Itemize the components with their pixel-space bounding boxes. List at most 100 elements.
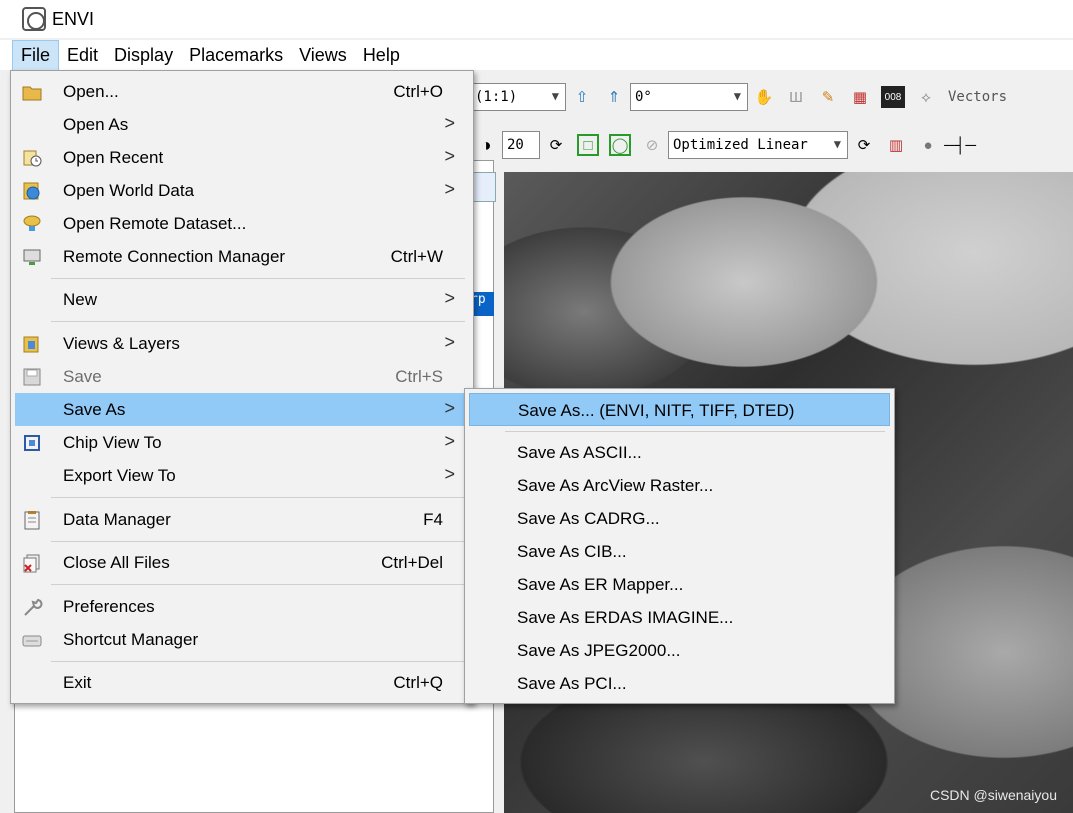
menu-item-open-as[interactable]: Open As > [15,108,469,141]
menu-item-save-as[interactable]: Save As > [15,393,469,426]
menu-item-open[interactable]: Open... Ctrl+O [15,75,469,108]
toolbar-row-1: (1:1) ▼ ⇧ ⇑ 0° ▼ ✋ Ш ✎ ▦ 008 ⟡ Vectors [470,78,1073,116]
menu-item-remote-connection-manager[interactable]: Remote Connection Manager Ctrl+W [15,240,469,273]
submenu-item-save-as-pci[interactable]: Save As PCI... [469,667,890,700]
menu-item-label: Remote Connection Manager [63,247,286,266]
menu-separator [51,584,465,585]
menu-item-label: Save [63,367,102,386]
submenu-arrow-icon: > [444,398,455,418]
vectors-icon[interactable]: ⟡ [915,86,937,108]
submenu-item-label: Save As ArcView Raster... [517,476,714,495]
zoom-combo[interactable]: (1:1) ▼ [470,83,566,111]
menu-display[interactable]: Display [106,41,181,70]
menu-item-label: Preferences [63,597,155,616]
annotation-pen-icon[interactable]: ✎ [817,86,839,108]
refresh-icon[interactable]: ⟳ [545,134,567,156]
menu-views[interactable]: Views [291,41,355,70]
menu-item-label: Save As [63,400,126,419]
wrench-icon [21,596,43,618]
menu-item-label: Open... [63,82,119,101]
submenu-item-save-as-erdas[interactable]: Save As ERDAS IMAGINE... [469,601,890,634]
menu-item-chip-view-to[interactable]: Chip View To > [15,426,469,459]
recent-files-icon [21,147,43,169]
menu-item-shortcut: Ctrl+Del [381,553,443,572]
menu-separator [51,661,465,662]
submenu-item-label: Save As CADRG... [517,509,660,528]
menu-item-label: Open World Data [63,181,195,200]
menu-item-preferences[interactable]: Preferences [15,590,469,623]
remote-dataset-icon [21,213,43,235]
submenu-item-label: Save As ERDAS IMAGINE... [517,608,734,627]
keyboard-icon [21,629,43,651]
rotate-up-icon[interactable]: ⇧ [571,86,593,108]
menu-item-shortcut: Ctrl+S [395,367,443,386]
submenu-arrow-icon: > [444,113,455,133]
menu-item-open-recent[interactable]: Open Recent > [15,141,469,174]
menu-item-save[interactable]: Save Ctrl+S [15,360,469,393]
chevron-down-icon: ▼ [733,89,741,103]
menu-item-label: Shortcut Manager [63,630,199,649]
menu-item-data-manager[interactable]: Data Manager F4 [15,503,469,536]
stretch-combo[interactable]: Optimized Linear ▼ [668,131,848,159]
menu-file[interactable]: File [12,39,60,71]
watermark: CSDN @siwenaiyou [929,787,1057,803]
menu-item-label: New [63,290,98,309]
menu-separator [51,497,465,498]
vectors-label[interactable]: Vectors [948,89,1007,105]
pixel-locator-icon[interactable]: 008 [881,86,905,108]
submenu-arrow-icon: > [444,146,455,166]
menu-bar: File Edit Display Placemarks Views Help [0,39,1073,71]
submenu-item-save-as-jpeg2000[interactable]: Save As JPEG2000... [469,634,890,667]
menu-item-shortcut: F4 [423,510,443,529]
menu-item-label: Open Remote Dataset... [63,214,247,233]
menu-separator [51,278,465,279]
rotate-flip-icon[interactable]: ⇑ [603,86,625,108]
chevron-down-icon: ▼ [833,137,841,151]
hand-pan-icon[interactable]: ✋ [753,86,775,108]
rotation-combo[interactable]: 0° ▼ [630,83,748,111]
data-manager-icon [21,509,43,531]
menu-item-shortcut-manager[interactable]: Shortcut Manager [15,623,469,656]
menu-item-export-view-to[interactable]: Export View To > [15,459,469,492]
menu-placemarks[interactable]: Placemarks [181,41,291,70]
fly-icon[interactable]: Ш [785,86,807,108]
histogram-icon[interactable]: ▥ [885,134,907,156]
submenu-item-label: Save As JPEG2000... [517,641,681,660]
brightness-icon[interactable]: ● [917,134,939,156]
menu-help[interactable]: Help [355,41,408,70]
submenu-item-save-as-ascii[interactable]: Save As ASCII... [469,436,890,469]
submenu-item-save-as-arcview[interactable]: Save As ArcView Raster... [469,469,890,502]
submenu-item-label: Save As ASCII... [517,443,642,462]
submenu-item-label: Save As ER Mapper... [517,575,684,594]
menu-item-new[interactable]: New > [15,283,469,316]
submenu-item-save-as-envi[interactable]: Save As... (ENVI, NITF, TIFF, DTED) [469,393,890,426]
menu-item-label: Data Manager [63,510,171,529]
menu-item-close-all-files[interactable]: Close All Files Ctrl+Del [15,546,469,579]
menu-item-label: Open Recent [63,148,164,167]
menu-item-views-layers[interactable]: Views & Layers > [15,327,469,360]
menu-item-label: Views & Layers [63,334,180,353]
envi-app-icon [22,7,46,31]
menu-item-open-remote-dataset[interactable]: Open Remote Dataset... [15,207,469,240]
submenu-item-save-as-er-mapper[interactable]: Save As ER Mapper... [469,568,890,601]
menu-item-label: Close All Files [63,553,170,572]
submenu-item-label: Save As CIB... [517,542,627,561]
menu-item-open-world-data[interactable]: Open World Data > [15,174,469,207]
zoom-extent-icon[interactable]: ◯ [609,134,631,156]
reset-stretch-icon[interactable]: ⟳ [853,134,875,156]
full-extent-icon[interactable]: □ [577,134,599,156]
menu-edit[interactable]: Edit [59,41,106,70]
roi-icon[interactable]: ▦ [849,86,871,108]
contrast-field[interactable]: 20 [502,131,540,159]
submenu-arrow-icon: > [444,464,455,484]
submenu-item-save-as-cib[interactable]: Save As CIB... [469,535,890,568]
submenu-item-save-as-cadrg[interactable]: Save As CADRG... [469,502,890,535]
contrast-icon[interactable]: ◑ [475,134,497,156]
link-icon[interactable]: ⊘ [641,134,663,156]
menu-item-exit[interactable]: Exit Ctrl+Q [15,666,469,699]
submenu-item-label: Save As PCI... [517,674,627,693]
slider-handle-icon[interactable]: ─┤─ [944,134,976,156]
window-title: ENVI [52,8,95,29]
menu-item-shortcut: Ctrl+W [390,247,443,266]
submenu-arrow-icon: > [444,179,455,199]
